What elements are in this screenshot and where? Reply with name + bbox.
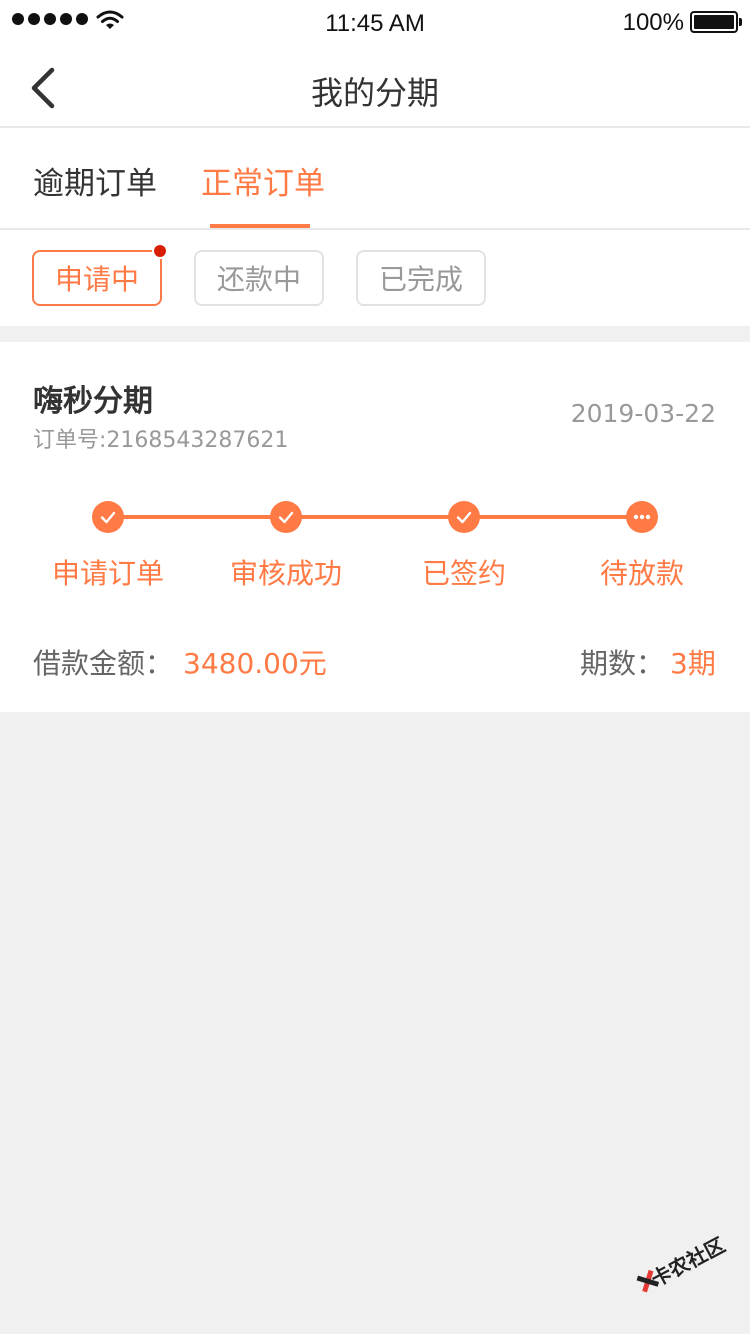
filter-repaying[interactable]: 还款中 [194,250,324,306]
loan-amount-value: 3480.00元 [183,647,327,680]
tab-overdue-orders[interactable]: 逾期订单 [33,158,157,203]
step-label: 待放款 [599,557,684,590]
step-3-check-icon [448,501,480,533]
product-name: 嗨秒分期 [33,384,153,419]
notification-badge [152,243,168,259]
page-title: 我的分期 [310,74,439,112]
battery-icon [690,11,742,33]
status-bar: 11:45 AM 100% [0,0,750,48]
filter-repaying-label: 还款中 [216,263,301,296]
filter-applying[interactable]: 申请中 [32,243,168,306]
watermark-logo-icon [633,1270,656,1296]
step-label: 已签约 [421,557,506,590]
nav-bar: 我的分期 [0,48,750,128]
periods-label: 期数： [580,647,665,680]
order-card[interactable]: 嗨秒分期 订单号:2168543287621 2019-03-22 申请订单 审… [0,342,750,712]
step-1-check-icon [92,501,124,533]
step-2-check-icon [270,501,302,533]
tab-normal-orders[interactable]: 正常订单 [201,158,325,203]
active-tab-indicator [210,224,310,228]
progress-line [108,515,642,519]
periods-value: 3期 [670,647,716,680]
status-filter-bar: 申请中 还款中 已完成 [0,230,750,326]
loan-amount-label: 借款金额： [33,647,174,680]
order-date: 2019-03-22 [570,399,716,428]
watermark: 卡农社区 [627,1222,732,1306]
progress-steps: 申请订单 审核成功 已签约 待放款 [0,492,750,592]
filter-completed-label: 已完成 [378,263,463,296]
order-number: 订单号:2168543287621 [33,428,289,453]
step-label: 审核成功 [229,557,342,590]
step-4-more-dots-icon [626,501,658,533]
battery-percentage: 100% [622,9,684,36]
step-label: 申请订单 [51,557,164,590]
order-type-tabs: 逾期订单 正常订单 [0,128,750,230]
filter-applying-label: 申请中 [54,263,139,296]
filter-completed[interactable]: 已完成 [356,250,486,306]
